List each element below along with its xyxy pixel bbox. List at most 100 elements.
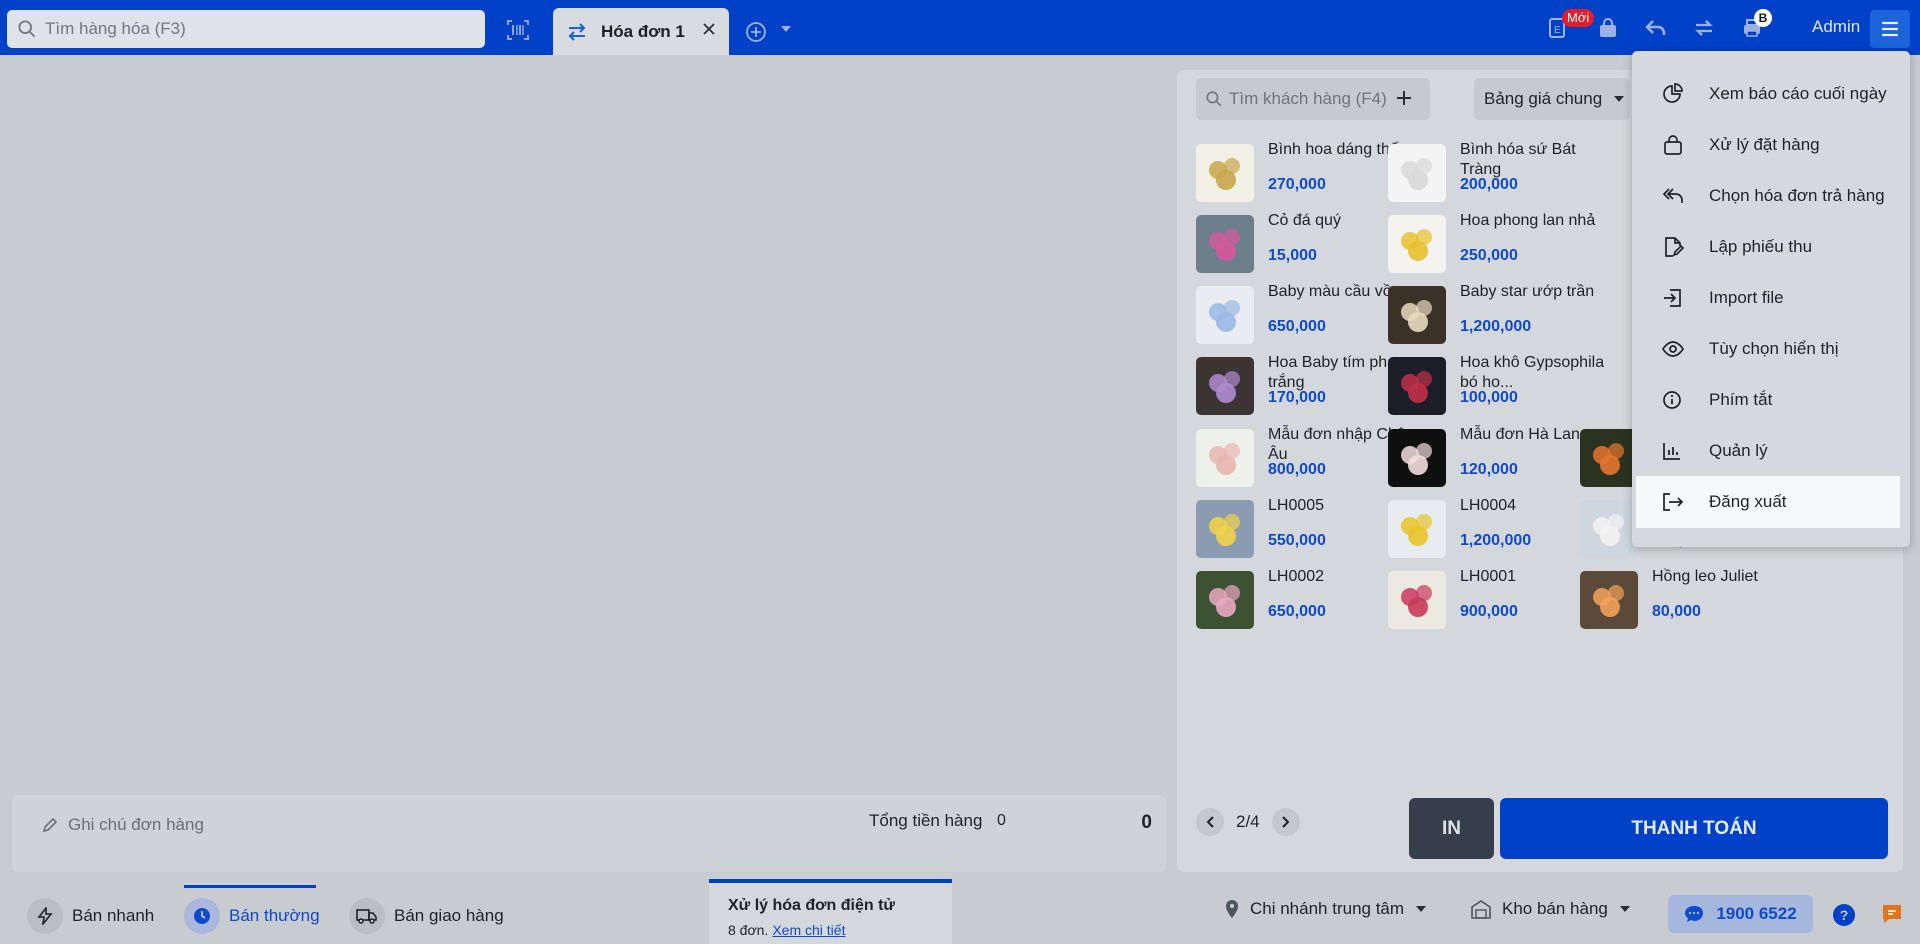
menu-item-process-orders[interactable]: Xử lý đặt hàng <box>1636 119 1900 171</box>
product-price: 200,000 <box>1460 176 1518 193</box>
eye-icon <box>1662 341 1684 357</box>
lightning-icon <box>37 907 53 925</box>
branch-select[interactable]: Chi nhánh trung tâm <box>1214 899 1438 919</box>
menu-item-label: Tùy chọn hiển thị <box>1709 339 1839 358</box>
pie-chart-icon <box>1663 83 1683 103</box>
hotline-button[interactable]: 1900 6522 <box>1668 895 1813 933</box>
chevron-down-icon <box>1619 906 1630 912</box>
bar-chart-icon <box>1663 443 1680 460</box>
e-invoice-detail-link[interactable]: Xem chi tiết <box>772 922 845 938</box>
product-thumbnail <box>1196 429 1254 487</box>
product-name: Hoa phong lan nhả <box>1460 212 1596 229</box>
menu-item-label: Đăng xuất <box>1709 492 1787 511</box>
help-icon[interactable]: ? <box>1833 904 1855 926</box>
shopping-bag-icon[interactable] <box>1594 14 1622 42</box>
notification-badge: B <box>1754 9 1772 27</box>
e-invoice-title: Xử lý hóa đơn điện tử <box>728 897 895 914</box>
branch-label: Chi nhánh trung tâm <box>1250 899 1405 918</box>
product-card[interactable]: Hoa phong lan nhả 250,000 <box>1388 211 1614 289</box>
price-book-label: Bảng giá chung <box>1484 89 1603 108</box>
product-price: 270,000 <box>1268 176 1326 193</box>
page-indicator: 2/4 <box>1236 812 1260 831</box>
menu-item-create-receipt[interactable]: Lập phiếu thu <box>1636 221 1900 273</box>
product-price: 15,000 <box>1268 247 1317 264</box>
hamburger-icon <box>1882 21 1898 37</box>
main-menu-dropdown: Xem báo cáo cuối ngày Xử lý đặt hàng Chọ… <box>1632 51 1910 547</box>
info-icon <box>1663 391 1681 409</box>
product-card[interactable]: Hoa khô Gypsophila bó ho... 100,000 <box>1388 353 1614 431</box>
product-thumbnail <box>1196 571 1254 629</box>
add-tab-icon[interactable] <box>745 21 767 43</box>
product-thumbnail <box>1580 429 1638 487</box>
top-bar: Tìm hàng hóa (F3) Hóa đơn 1 E Mới B Admi… <box>0 0 1920 55</box>
barcode-scan-icon[interactable] <box>504 16 532 44</box>
menu-item-label: Lập phiếu thu <box>1709 237 1813 256</box>
close-icon[interactable] <box>701 21 717 37</box>
product-thumbnail <box>1580 500 1638 558</box>
receipt-edit-icon <box>1665 237 1684 257</box>
product-price: 550,000 <box>1268 532 1326 549</box>
mode-normal-sale[interactable]: Bán thường <box>184 898 320 934</box>
order-note-input[interactable]: Ghi chú đơn hàng <box>41 815 204 835</box>
logout-icon <box>1663 493 1684 511</box>
chevron-down-icon <box>1614 96 1625 102</box>
next-page-button[interactable] <box>1271 808 1300 836</box>
product-price: 80,000 <box>1652 603 1701 620</box>
search-icon <box>1206 91 1222 107</box>
add-customer-icon[interactable] <box>1394 88 1414 108</box>
product-price: 650,000 <box>1268 318 1326 335</box>
menu-item-label: Xử lý đặt hàng <box>1709 135 1820 154</box>
product-search-input[interactable]: Tìm hàng hóa (F3) <box>7 10 485 48</box>
price-book-select[interactable]: Bảng giá chung <box>1474 78 1630 120</box>
e-invoice-count: 8 đơn. <box>728 922 769 938</box>
menu-item-import-file[interactable]: Import file <box>1636 272 1900 324</box>
menu-item-return-invoice[interactable]: Chọn hóa đơn trả hàng <box>1636 170 1900 222</box>
product-thumbnail <box>1388 215 1446 273</box>
menu-item-logout[interactable]: Đăng xuất <box>1636 476 1900 528</box>
print-button[interactable]: IN <box>1409 798 1494 859</box>
product-thumbnail <box>1388 357 1446 415</box>
menu-item-end-of-day-report[interactable]: Xem báo cáo cuối ngày <box>1636 68 1900 120</box>
product-thumbnail <box>1388 571 1446 629</box>
search-icon <box>18 20 36 38</box>
chevron-left-icon <box>1206 816 1214 828</box>
product-card[interactable]: Baby star ướp trần 1,200,000 <box>1388 282 1614 360</box>
mode-delivery-sale[interactable]: Bán giao hàng <box>349 898 504 934</box>
warehouse-icon <box>1471 900 1491 919</box>
return-icon <box>1662 188 1683 203</box>
product-name: Hoa khô Gypsophila bó ho... <box>1460 354 1605 391</box>
quick-sale-label: Bán nhanh <box>72 906 155 925</box>
menu-item-shortcuts[interactable]: Phím tắt <box>1636 374 1900 426</box>
product-price: 900,000 <box>1460 603 1518 620</box>
chat-icon <box>1685 906 1704 922</box>
product-thumbnail <box>1196 500 1254 558</box>
menu-item-management[interactable]: Quản lý <box>1636 425 1900 477</box>
warehouse-select[interactable]: Kho bán hàng <box>1460 899 1642 919</box>
active-mode-indicator <box>184 885 316 888</box>
product-search-placeholder: Tìm hàng hóa (F3) <box>45 19 186 38</box>
mode-quick-sale[interactable]: Bán nhanh <box>27 898 154 934</box>
menu-button[interactable] <box>1870 10 1910 48</box>
order-note-placeholder: Ghi chú đơn hàng <box>68 815 204 834</box>
tab-label: Hóa đơn 1 <box>601 21 685 41</box>
delivery-sale-label: Bán giao hàng <box>394 906 504 925</box>
product-card[interactable]: Bình hóa sứ Bát Tràng 200,000 <box>1388 140 1614 218</box>
tab-invoice-1[interactable]: Hóa đơn 1 <box>553 8 729 55</box>
prev-page-button[interactable] <box>1196 808 1224 836</box>
pay-button[interactable]: THANH TOÁN <box>1500 798 1888 859</box>
product-name: Bình hóa sứ Bát Tràng <box>1460 141 1576 178</box>
feedback-icon[interactable] <box>1881 903 1903 925</box>
menu-item-label: Chọn hóa đơn trả hàng <box>1709 186 1885 205</box>
product-thumbnail <box>1580 571 1638 629</box>
menu-item-display-options[interactable]: Tùy chọn hiển thị <box>1636 323 1900 375</box>
product-price: 800,000 <box>1268 461 1326 478</box>
sync-icon[interactable] <box>1690 14 1718 42</box>
swap-icon <box>568 22 586 41</box>
chevron-down-icon[interactable] <box>779 24 793 34</box>
total-label: Tổng tiền hàng <box>869 811 983 830</box>
hotline-number: 1900 6522 <box>1716 904 1797 923</box>
undo-icon[interactable] <box>1642 14 1670 42</box>
user-name[interactable]: Admin <box>1812 17 1860 37</box>
customer-search-input[interactable]: Tìm khách hàng (F4) <box>1196 78 1430 120</box>
product-card[interactable]: Hồng leo Juliet 80,000 <box>1580 567 1806 645</box>
